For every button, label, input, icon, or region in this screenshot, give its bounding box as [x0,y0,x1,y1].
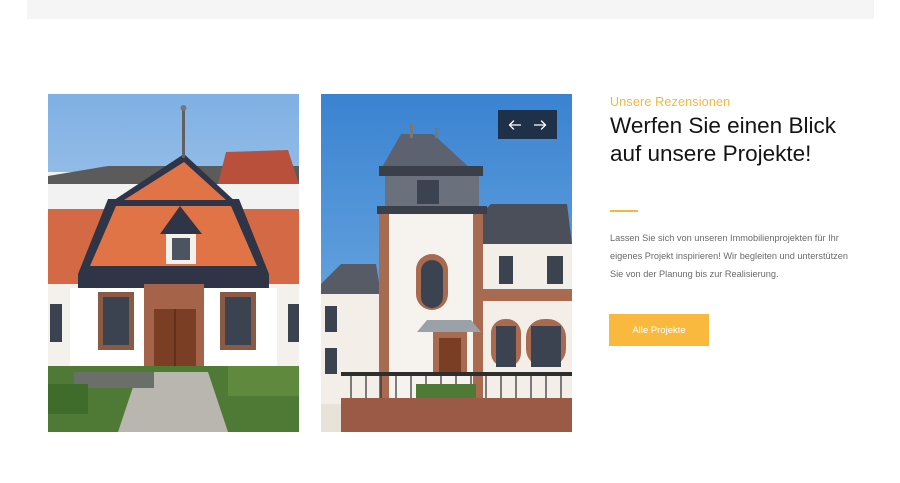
project-photo-1[interactable] [48,94,299,432]
all-projects-button[interactable]: Alle Projekte [609,314,709,346]
slider-prev-button[interactable] [504,114,526,136]
slider-next-button[interactable] [529,114,551,136]
slider-navigation [498,110,557,139]
arrow-right-icon [533,119,546,130]
section-description: Lassen Sie sich von unseren Immobilienpr… [610,233,848,279]
top-strip [27,0,874,19]
villa-image [321,94,572,432]
section-eyebrow: Unsere Rezensionen [610,95,731,109]
arrow-left-icon [509,119,522,130]
accent-divider [610,210,638,212]
project-photo-2[interactable] [321,94,572,432]
house-image [48,94,299,432]
section-title: Werfen Sie einen Blick auf unsere Projek… [610,113,836,166]
